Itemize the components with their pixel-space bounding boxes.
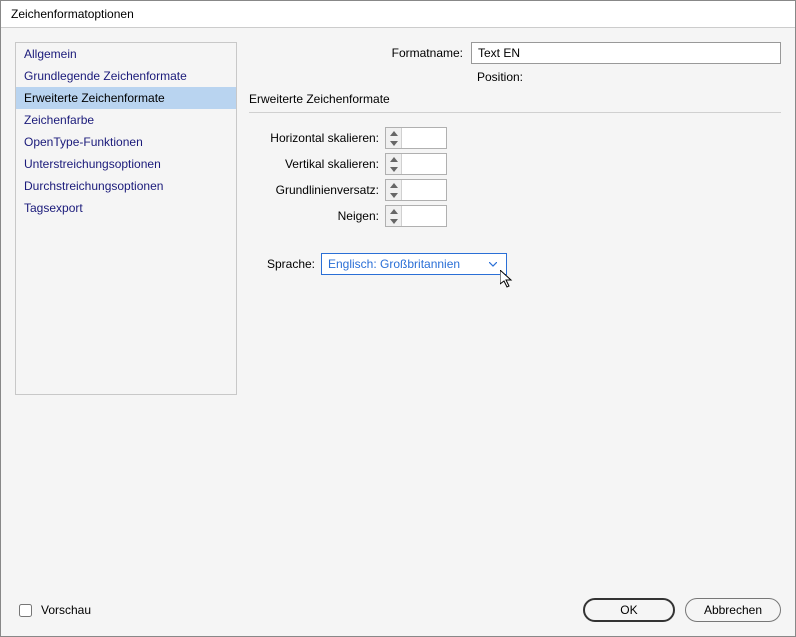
sidebar: Allgemein Grundlegende Zeichenformate Er… (15, 42, 237, 395)
baseline-shift-label: Grundlinienversatz: (249, 183, 379, 197)
sidebar-item-grundlegende[interactable]: Grundlegende Zeichenformate (16, 65, 236, 87)
dialog-body: Allgemein Grundlegende Zeichenformate Er… (1, 28, 795, 590)
stepper-up-icon[interactable] (386, 206, 401, 216)
stepper-down-icon[interactable] (386, 138, 401, 148)
cursor-icon (500, 270, 514, 288)
sidebar-item-label: Erweiterte Zeichenformate (24, 91, 165, 105)
language-dropdown[interactable]: Englisch: Großbritannien (321, 253, 507, 275)
formatname-label: Formatname: (392, 46, 463, 60)
baseline-shift-stepper[interactable] (385, 179, 447, 201)
sidebar-item-zeichenfarbe[interactable]: Zeichenfarbe (16, 109, 236, 131)
sidebar-item-opentype[interactable]: OpenType-Funktionen (16, 131, 236, 153)
dialog-footer: Vorschau OK Abbrechen (1, 590, 795, 636)
ok-button[interactable]: OK (583, 598, 675, 622)
sidebar-item-label: OpenType-Funktionen (24, 135, 143, 149)
stepper-down-icon[interactable] (386, 190, 401, 200)
sidebar-item-erweiterte[interactable]: Erweiterte Zeichenformate (16, 87, 236, 109)
sidebar-item-allgemein[interactable]: Allgemein (16, 43, 236, 65)
skew-label: Neigen: (249, 209, 379, 223)
content-panel: Formatname: Position: Erweiterte Zeichen… (249, 42, 781, 395)
position-label: Position: (477, 70, 523, 84)
sidebar-item-tagsexport[interactable]: Tagsexport (16, 197, 236, 219)
sidebar-item-label: Durchstreichungsoptionen (24, 179, 163, 193)
stepper-up-icon[interactable] (386, 154, 401, 164)
preview-checkbox-wrap[interactable]: Vorschau (15, 601, 91, 620)
stepper-up-icon[interactable] (386, 128, 401, 138)
vertical-scale-stepper[interactable] (385, 153, 447, 175)
sidebar-item-label: Tagsexport (24, 201, 83, 215)
horizontal-scale-label: Horizontal skalieren: (249, 131, 379, 145)
sidebar-item-label: Grundlegende Zeichenformate (24, 69, 187, 83)
cancel-button[interactable]: Abbrechen (685, 598, 781, 622)
preview-checkbox[interactable] (19, 604, 32, 617)
horizontal-scale-input[interactable] (402, 128, 446, 148)
skew-input[interactable] (402, 206, 446, 226)
stepper-down-icon[interactable] (386, 164, 401, 174)
dialog: Zeichenformatoptionen Allgemein Grundleg… (0, 0, 796, 637)
preview-label: Vorschau (41, 603, 91, 617)
sidebar-item-unterstreichung[interactable]: Unterstreichungsoptionen (16, 153, 236, 175)
formatname-input[interactable] (471, 42, 781, 64)
section-title: Erweiterte Zeichenformate (249, 92, 781, 106)
sidebar-item-durchstreichung[interactable]: Durchstreichungsoptionen (16, 175, 236, 197)
stepper-down-icon[interactable] (386, 216, 401, 226)
sidebar-item-label: Zeichenfarbe (24, 113, 94, 127)
horizontal-scale-stepper[interactable] (385, 127, 447, 149)
skew-stepper[interactable] (385, 205, 447, 227)
vertical-scale-label: Vertikal skalieren: (249, 157, 379, 171)
ok-button-label: OK (620, 603, 637, 617)
divider (249, 112, 781, 113)
dialog-title: Zeichenformatoptionen (1, 1, 795, 28)
cancel-button-label: Abbrechen (704, 603, 762, 617)
stepper-up-icon[interactable] (386, 180, 401, 190)
chevron-down-icon (486, 254, 500, 274)
vertical-scale-input[interactable] (402, 154, 446, 174)
language-value: Englisch: Großbritannien (328, 257, 460, 271)
sidebar-item-label: Allgemein (24, 47, 77, 61)
sidebar-item-label: Unterstreichungsoptionen (24, 157, 161, 171)
language-label: Sprache: (249, 257, 315, 271)
baseline-shift-input[interactable] (402, 180, 446, 200)
